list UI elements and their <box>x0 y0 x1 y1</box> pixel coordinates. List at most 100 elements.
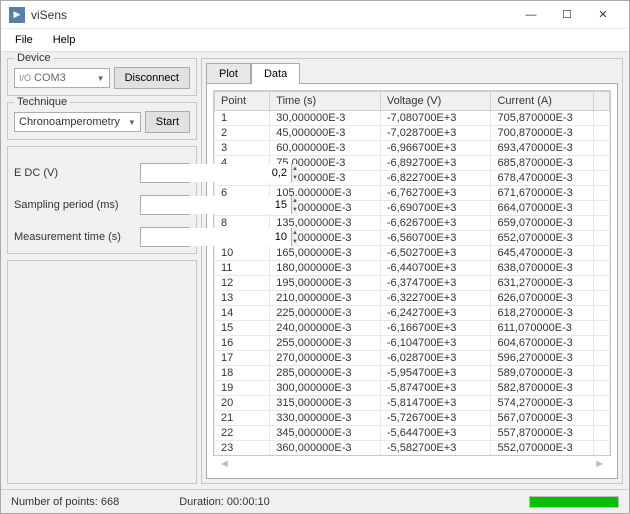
table-cell: 567,070000E-3 <box>491 411 594 426</box>
table-cell: 638,070000E-3 <box>491 261 594 276</box>
scroll-left-icon[interactable]: ◄ <box>219 458 230 470</box>
table-cell <box>594 396 610 411</box>
table-cell: -6,242700E+3 <box>380 306 491 321</box>
status-bar: Number of points: 668 Duration: 00:00:10 <box>1 489 629 513</box>
app-icon: ▶ <box>9 7 25 23</box>
table-row[interactable]: 245,000000E-3-7,028700E+3700,870000E-3 <box>215 126 610 141</box>
sampling-label: Sampling period (ms) <box>14 199 136 211</box>
table-cell: 618,270000E-3 <box>491 306 594 321</box>
col-time[interactable]: Time (s) <box>270 92 381 111</box>
table-cell: 11 <box>215 261 270 276</box>
table-header-row: Point Time (s) Voltage (V) Current (A) <box>215 92 610 111</box>
table-cell: 270,000000E-3 <box>270 351 381 366</box>
col-current[interactable]: Current (A) <box>491 92 594 111</box>
table-cell <box>594 441 610 456</box>
table-cell: 574,270000E-3 <box>491 396 594 411</box>
table-row[interactable]: 12195,000000E-3-6,374700E+3631,270000E-3 <box>215 276 610 291</box>
spinner-up-icon[interactable]: ▲ <box>292 228 298 237</box>
col-voltage[interactable]: Voltage (V) <box>380 92 491 111</box>
tab-plot[interactable]: Plot <box>206 63 251 84</box>
table-cell: 611,070000E-3 <box>491 321 594 336</box>
table-cell: -6,966700E+3 <box>380 141 491 156</box>
table-row[interactable]: 20315,000000E-3-5,814700E+3574,270000E-3 <box>215 396 610 411</box>
table-cell <box>594 336 610 351</box>
table-cell: 195,000000E-3 <box>270 276 381 291</box>
technique-combo[interactable]: Chronoamperometry ▼ <box>14 112 141 132</box>
edc-input[interactable] <box>141 164 291 182</box>
spinner-up-icon[interactable]: ▲ <box>292 164 298 173</box>
table-cell: 664,070000E-3 <box>491 201 594 216</box>
edc-spinner[interactable]: ▲▼ <box>140 163 190 183</box>
table-cell: 678,470000E-3 <box>491 171 594 186</box>
table-row[interactable]: 14225,000000E-3-6,242700E+3618,270000E-3 <box>215 306 610 321</box>
table-cell: 14 <box>215 306 270 321</box>
table-row[interactable]: 13210,000000E-3-6,322700E+3626,070000E-3 <box>215 291 610 306</box>
table-cell: 240,000000E-3 <box>270 321 381 336</box>
table-cell: -6,822700E+3 <box>380 171 491 186</box>
data-tab-content: Point Time (s) Voltage (V) Current (A) 1… <box>206 83 618 479</box>
device-group-label: Device <box>14 52 54 64</box>
technique-value: Chronoamperometry <box>19 116 120 128</box>
spinner-down-icon[interactable]: ▼ <box>292 173 298 182</box>
table-row[interactable]: 22345,000000E-3-5,644700E+3557,870000E-3 <box>215 426 610 441</box>
meastime-input[interactable] <box>141 228 291 246</box>
disconnect-button[interactable]: Disconnect <box>114 67 190 89</box>
table-row[interactable]: 11180,000000E-3-6,440700E+3638,070000E-3 <box>215 261 610 276</box>
table-cell: 652,070000E-3 <box>491 231 594 246</box>
sampling-spinner[interactable]: ▲▼ <box>140 195 190 215</box>
port-icon: I/O <box>19 73 31 83</box>
data-table-scroll[interactable]: Point Time (s) Voltage (V) Current (A) 1… <box>214 91 610 455</box>
table-row[interactable]: 360,000000E-3-6,966700E+3693,470000E-3 <box>215 141 610 156</box>
params-group: E DC (V) ▲▼ Sampling period (ms) ▲▼ Meas… <box>7 146 197 254</box>
col-point[interactable]: Point <box>215 92 270 111</box>
tab-data[interactable]: Data <box>251 63 300 84</box>
table-cell: 165,000000E-3 <box>270 246 381 261</box>
port-combo[interactable]: I/OCOM3 ▼ <box>14 68 110 88</box>
table-cell <box>594 216 610 231</box>
table-row[interactable]: 21330,000000E-3-5,726700E+3567,070000E-3 <box>215 411 610 426</box>
table-cell: 685,870000E-3 <box>491 156 594 171</box>
start-button[interactable]: Start <box>145 111 190 133</box>
table-row[interactable]: 16255,000000E-3-6,104700E+3604,670000E-3 <box>215 336 610 351</box>
menu-help[interactable]: Help <box>45 31 84 49</box>
spinner-down-icon[interactable]: ▼ <box>292 237 298 246</box>
spinner-down-icon[interactable]: ▼ <box>292 205 298 214</box>
table-cell: 255,000000E-3 <box>270 336 381 351</box>
table-cell: 18 <box>215 366 270 381</box>
table-row[interactable]: 130,000000E-3-7,080700E+3705,870000E-3 <box>215 111 610 126</box>
meastime-spinner[interactable]: ▲▼ <box>140 227 190 247</box>
close-button[interactable]: ✕ <box>585 3 621 27</box>
table-row[interactable]: 17270,000000E-3-6,028700E+3596,270000E-3 <box>215 351 610 366</box>
table-cell <box>594 306 610 321</box>
table-cell <box>594 381 610 396</box>
table-cell: 16 <box>215 336 270 351</box>
table-cell <box>594 276 610 291</box>
table-row[interactable]: 23360,000000E-3-5,582700E+3552,070000E-3 <box>215 441 610 456</box>
table-row[interactable]: 15240,000000E-3-6,166700E+3611,070000E-3 <box>215 321 610 336</box>
sampling-input[interactable] <box>141 196 291 214</box>
maximize-button[interactable]: ☐ <box>549 3 585 27</box>
table-cell: 705,870000E-3 <box>491 111 594 126</box>
table-cell: 10 <box>215 246 270 261</box>
table-row[interactable]: 19300,000000E-3-5,874700E+3582,870000E-3 <box>215 381 610 396</box>
table-cell: -5,954700E+3 <box>380 366 491 381</box>
table-cell: 30,000000E-3 <box>270 111 381 126</box>
table-cell: 20 <box>215 396 270 411</box>
table-footer: ◄ ► <box>213 456 611 472</box>
minimize-button[interactable]: — <box>513 3 549 27</box>
table-cell: 2 <box>215 126 270 141</box>
table-row[interactable]: 18285,000000E-3-5,954700E+3589,070000E-3 <box>215 366 610 381</box>
table-row[interactable]: 10165,000000E-3-6,502700E+3645,470000E-3 <box>215 246 610 261</box>
data-table: Point Time (s) Voltage (V) Current (A) 1… <box>214 91 610 455</box>
table-cell: -6,690700E+3 <box>380 201 491 216</box>
device-group: Device I/OCOM3 ▼ Disconnect <box>7 58 197 96</box>
table-cell: 300,000000E-3 <box>270 381 381 396</box>
table-cell: 180,000000E-3 <box>270 261 381 276</box>
table-cell <box>594 156 610 171</box>
scroll-right-icon[interactable]: ► <box>594 458 605 470</box>
table-cell <box>594 171 610 186</box>
menu-file[interactable]: File <box>7 31 41 49</box>
table-cell <box>594 261 610 276</box>
spinner-up-icon[interactable]: ▲ <box>292 196 298 205</box>
spacer-panel <box>7 260 197 484</box>
